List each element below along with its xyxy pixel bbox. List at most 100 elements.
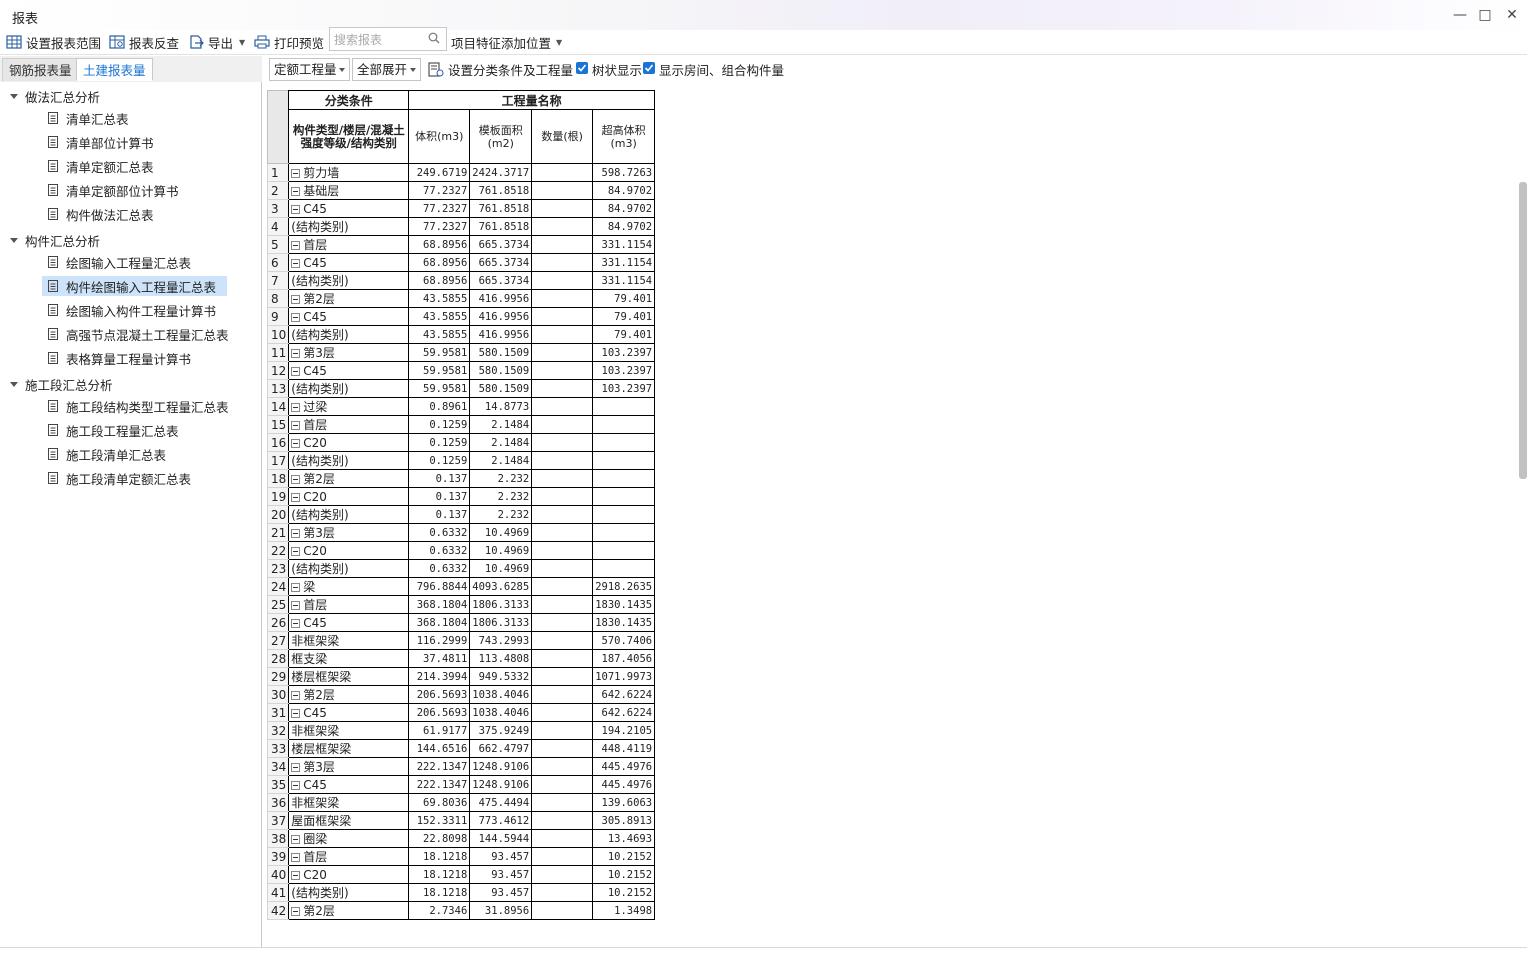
table-row[interactable]: 24 梁 796.8844 4093.6285 2918.2635 (266, 577, 656, 596)
collapse-icon[interactable] (291, 204, 301, 214)
feature-position-dropdown[interactable]: 项目特征添加位置 ▼ (451, 32, 562, 52)
tree-group[interactable]: 构件汇总分析 (10, 231, 100, 250)
collapse-icon[interactable] (291, 187, 301, 196)
table-row[interactable]: 31 C45 206.5693 1038.4046 642.6224 (266, 703, 656, 722)
table-row[interactable]: 8 第2层 43.5855 416.9956 79.401 (266, 289, 656, 308)
tree-item[interactable]: 高强节点混凝土工程量汇总表 (42, 324, 235, 344)
tree-item[interactable]: 清单定额汇总表 (42, 156, 160, 176)
tree-item[interactable]: 表格算量工程量计算书 (42, 348, 197, 368)
table-row[interactable]: 35 C45 222.1347 1248.9106 445.4976 (266, 775, 656, 794)
collapse-icon[interactable] (291, 169, 301, 178)
table-row[interactable]: 5 首层 68.8956 665.3734 331.1154 (266, 235, 656, 254)
table-row[interactable]: 41 (结构类别) 18.1218 93.457 10.2152 (266, 883, 656, 902)
collapse-icon[interactable] (291, 312, 301, 322)
table-row[interactable]: 18 第2层 0.137 2.232 (266, 469, 656, 488)
table-row[interactable]: 11 第3层 59.9581 580.1509 103.2397 (266, 343, 656, 362)
table-row[interactable]: 6 C45 68.8956 665.3734 331.1154 (266, 253, 656, 272)
table-row[interactable]: 42 第2层 2.7346 31.8956 1.3498 (266, 901, 656, 920)
table-row[interactable]: 13 (结构类别) 59.9581 580.1509 103.2397 (266, 379, 656, 398)
collapse-icon[interactable] (291, 349, 301, 358)
table-row[interactable]: 39 首层 18.1218 93.457 10.2152 (266, 847, 656, 866)
table-row[interactable]: 23 (结构类别) 0.6332 10.4969 (266, 559, 656, 578)
collapse-icon[interactable] (291, 421, 301, 430)
minimize-icon[interactable]: — (1450, 6, 1470, 24)
table-row[interactable]: 14 过梁 0.8961 14.8773 (266, 397, 656, 416)
tree-item[interactable]: 构件绘图输入工程量汇总表 (42, 276, 227, 296)
collapse-icon[interactable] (291, 366, 301, 376)
report-check-button[interactable]: 报表反查 (109, 32, 179, 52)
tree-item[interactable]: 绘图输入工程量汇总表 (42, 252, 197, 272)
set-conditions-button[interactable]: 设置分类条件及工程量 (448, 60, 573, 79)
table-row[interactable]: 1 剪力墙 249.6719 2424.3717 598.7263 (266, 163, 656, 182)
collapse-icon[interactable] (291, 853, 301, 862)
table-row[interactable]: 36 非框架梁 69.8036 475.4494 139.6063 (266, 793, 656, 812)
table-row[interactable]: 29 楼层框架梁 214.3994 949.5332 1071.9973 (266, 667, 656, 686)
search-icon[interactable] (428, 32, 440, 44)
tab-rebar[interactable]: 钢筋报表量 (2, 58, 79, 81)
maximize-icon[interactable]: □ (1475, 6, 1495, 24)
close-icon[interactable]: ✕ (1502, 6, 1522, 24)
tree-item[interactable]: 施工段结构类型工程量汇总表 (42, 396, 235, 416)
table-row[interactable]: 22 C20 0.6332 10.4969 (266, 541, 656, 560)
tree-group[interactable]: 做法汇总分析 (10, 87, 100, 106)
tree-item[interactable]: 清单部位计算书 (42, 132, 160, 152)
table-row[interactable]: 7 (结构类别) 68.8956 665.3734 331.1154 (266, 271, 656, 290)
table-row[interactable]: 16 C20 0.1259 2.1484 (266, 433, 656, 452)
table-row[interactable]: 40 C20 18.1218 93.457 10.2152 (266, 865, 656, 884)
table-row[interactable]: 17 (结构类别) 0.1259 2.1484 (266, 451, 656, 470)
table-row[interactable]: 3 C45 77.2327 761.8518 84.9702 (266, 199, 656, 218)
collapse-icon[interactable] (291, 691, 301, 700)
collapse-icon[interactable] (291, 835, 301, 844)
table-row[interactable]: 15 首层 0.1259 2.1484 (266, 415, 656, 434)
collapse-icon[interactable] (291, 475, 301, 484)
tree-item[interactable]: 施工段清单定额汇总表 (42, 468, 197, 488)
expand-arrow-icon[interactable] (10, 382, 18, 387)
collapse-icon[interactable] (291, 708, 301, 718)
tree-item[interactable]: 构件做法汇总表 (42, 204, 160, 224)
tree-item[interactable]: 施工段清单汇总表 (42, 444, 172, 464)
table-row[interactable]: 19 C20 0.137 2.232 (266, 487, 656, 506)
collapse-icon[interactable] (291, 258, 301, 268)
collapse-icon[interactable] (291, 492, 301, 502)
tree-item[interactable]: 施工段工程量汇总表 (42, 420, 185, 440)
collapse-icon[interactable] (291, 295, 301, 304)
collapse-icon[interactable] (291, 529, 301, 538)
table-row[interactable]: 30 第2层 206.5693 1038.4046 642.6224 (266, 685, 656, 704)
expand-arrow-icon[interactable] (10, 238, 18, 243)
tree-group[interactable]: 施工段汇总分析 (10, 375, 113, 394)
table-row[interactable]: 38 圈梁 22.8098 144.5944 13.4693 (266, 829, 656, 848)
table-row[interactable]: 9 C45 43.5855 416.9956 79.401 (266, 307, 656, 326)
collapse-icon[interactable] (291, 618, 301, 628)
table-row[interactable]: 28 框支梁 37.4811 113.4808 187.4056 (266, 649, 656, 668)
tab-civil[interactable]: 土建报表量 (76, 58, 153, 81)
collapse-icon[interactable] (291, 546, 301, 556)
table-row[interactable]: 2 基础层 77.2327 761.8518 84.9702 (266, 181, 656, 200)
collapse-icon[interactable] (291, 907, 301, 916)
tree-item[interactable]: 绘图输入构件工程量计算书 (42, 300, 222, 320)
table-row[interactable]: 34 第3层 222.1347 1248.9106 445.4976 (266, 757, 656, 776)
tree-item[interactable]: 清单汇总表 (42, 108, 135, 128)
table-row[interactable]: 27 非框架梁 116.2999 743.2993 570.7406 (266, 631, 656, 650)
expand-arrow-icon[interactable] (10, 94, 18, 99)
collapse-icon[interactable] (291, 241, 301, 250)
show-rooms-checkbox[interactable] (643, 62, 655, 74)
collapse-icon[interactable] (291, 763, 301, 772)
table-row[interactable]: 10 (结构类别) 43.5855 416.9956 79.401 (266, 325, 656, 344)
tree-item[interactable]: 清单定额部位计算书 (42, 180, 185, 200)
table-row[interactable]: 37 屋面框架梁 152.3311 773.4612 305.8913 (266, 811, 656, 830)
table-row[interactable]: 4 (结构类别) 77.2327 761.8518 84.9702 (266, 217, 656, 236)
table-row[interactable]: 12 C45 59.9581 580.1509 103.2397 (266, 361, 656, 380)
collapse-icon[interactable] (291, 601, 301, 610)
collapse-icon[interactable] (291, 583, 301, 592)
collapse-icon[interactable] (291, 780, 301, 790)
table-row[interactable]: 26 C45 368.1804 1806.3133 1830.1435 (266, 613, 656, 632)
expand-select[interactable]: 全部展开 (352, 58, 421, 81)
table-row[interactable]: 33 楼层框架梁 144.6516 662.4797 448.4119 (266, 739, 656, 758)
tree-display-checkbox[interactable] (576, 62, 588, 74)
collapse-icon[interactable] (291, 403, 301, 412)
table-row[interactable]: 25 首层 368.1804 1806.3133 1830.1435 (266, 595, 656, 614)
table-row[interactable]: 20 (结构类别) 0.137 2.232 (266, 505, 656, 524)
quota-select[interactable]: 定额工程量 (269, 58, 350, 81)
vertical-scrollbar[interactable] (1519, 182, 1527, 479)
search-input[interactable] (332, 29, 428, 51)
